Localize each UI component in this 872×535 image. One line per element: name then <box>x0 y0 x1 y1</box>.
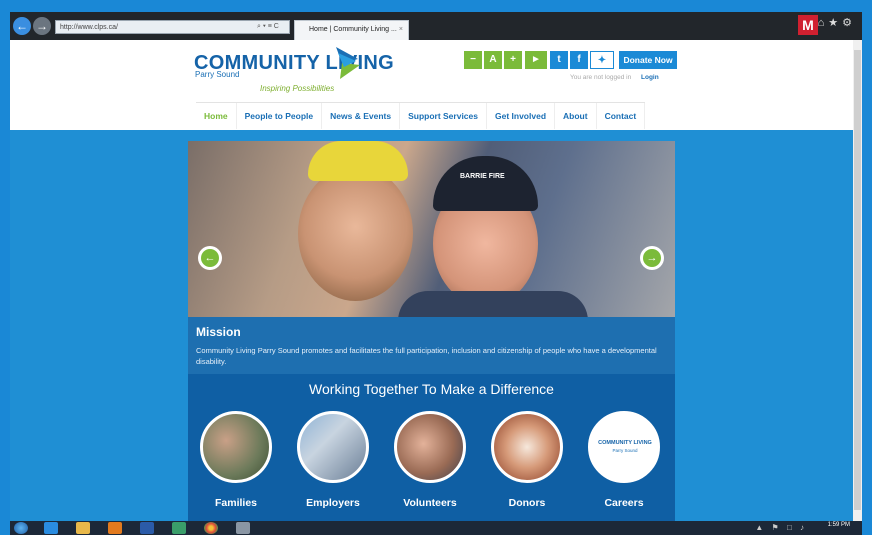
address-text: http://www.clps.ca/ <box>60 24 118 31</box>
logo-subtitle: Parry Sound <box>195 70 240 79</box>
donate-now-button[interactable]: Donate Now <box>619 51 677 69</box>
gmail-m-icon[interactable]: M <box>798 15 818 35</box>
careers-label[interactable]: Careers <box>579 497 669 509</box>
login-status: You are not logged in <box>570 74 632 81</box>
mission-title: Mission <box>196 325 241 339</box>
tagline: Inspiring Possibilities <box>260 84 335 93</box>
plus-icon: + <box>510 54 516 65</box>
login-link[interactable]: Login <box>641 74 659 81</box>
slider-prev-button[interactable]: ← <box>198 246 222 270</box>
megaphone-icon: ► <box>531 54 541 65</box>
main-menu: Home People to People News & Events Supp… <box>196 102 646 129</box>
login-line: You are not logged in Login <box>570 74 659 81</box>
vertical-scrollbar[interactable] <box>853 40 862 521</box>
start-button-icon[interactable] <box>14 522 28 534</box>
publisher-icon[interactable] <box>172 522 186 534</box>
careers-logo[interactable]: COMMUNITY LIVING Parry Sound <box>588 411 660 483</box>
careers-logo-title: COMMUNITY LIVING <box>598 440 652 446</box>
donors-photo[interactable] <box>491 411 563 483</box>
clock[interactable]: 1:59 PM <box>828 522 850 528</box>
families-photo[interactable] <box>200 411 272 483</box>
menu-item-get-involved[interactable]: Get Involved <box>487 103 556 129</box>
tab-close-icon[interactable]: × <box>399 21 403 39</box>
menu-item-news-events[interactable]: News & Events <box>322 103 401 129</box>
chrome-icon[interactable] <box>204 522 218 534</box>
employers-photo[interactable] <box>297 411 369 483</box>
logo-mark-icon <box>336 47 360 79</box>
scroll-thumb[interactable] <box>854 50 861 510</box>
tab-home[interactable]: Home | Community Living ... × <box>294 20 409 40</box>
employers-label[interactable]: Employers <box>288 497 378 509</box>
volunteers-label[interactable]: Volunteers <box>385 497 475 509</box>
back-button[interactable]: ← <box>13 17 31 35</box>
facebook-button[interactable]: f <box>570 51 588 69</box>
cap-text: BARRIE FIRE <box>460 173 505 180</box>
clock-time: 1:59 PM <box>827 522 850 528</box>
mission-panel: Mission Community Living Parry Sound pro… <box>188 317 675 374</box>
minus-icon: − <box>470 54 476 65</box>
folder-icon[interactable] <box>76 522 90 534</box>
back-arrow-icon: ← <box>16 19 28 33</box>
font-icon: A <box>489 54 497 65</box>
outlook-icon[interactable] <box>108 522 122 534</box>
address-controls[interactable]: ⌕ ▾ ≡ C <box>257 20 279 34</box>
photo-cap <box>433 156 538 211</box>
slider-next-button[interactable]: → <box>640 246 664 270</box>
windows-taskbar: ▲ ⚑ □ ♪ 1:59 PM <box>10 521 862 535</box>
ie-icon[interactable] <box>44 522 58 534</box>
tab-title: Home | Community Living ... <box>309 26 397 33</box>
share-icon: ✦ <box>597 55 607 66</box>
word-icon[interactable] <box>140 522 154 534</box>
browser-chrome: ← → http://www.clps.ca/ ⌕ ▾ ≡ C Home | C… <box>10 12 862 40</box>
twitter-icon: t <box>557 54 561 65</box>
families-label[interactable]: Families <box>191 497 281 509</box>
hero-slider-image: BARRIE FIRE ← → <box>188 141 675 317</box>
working-together-title: Working Together To Make a Difference <box>309 381 554 397</box>
careers-logo-sub: Parry Sound <box>612 448 638 453</box>
donors-label[interactable]: Donors <box>482 497 572 509</box>
increase-font-button[interactable]: + <box>504 51 522 69</box>
menu-item-about[interactable]: About <box>555 103 597 129</box>
forward-arrow-icon: → <box>36 19 48 33</box>
site-header: COMMUNITY LIVING Parry Sound Inspiring P… <box>10 40 853 130</box>
system-tray[interactable]: ▲ ⚑ □ ♪ <box>755 523 807 532</box>
menu-item-contact[interactable]: Contact <box>597 103 646 129</box>
decrease-font-button[interactable]: − <box>464 51 482 69</box>
share-button[interactable]: ✦ <box>590 51 614 69</box>
volunteers-photo[interactable] <box>394 411 466 483</box>
arrow-left-icon: ← <box>201 249 219 267</box>
menu-item-support-services[interactable]: Support Services <box>400 103 487 129</box>
app-icon[interactable] <box>236 522 250 534</box>
toolbar-icons[interactable]: ⌂★⚙ <box>818 16 856 29</box>
photo-woman <box>298 166 413 301</box>
mission-text: Community Living Parry Sound promotes an… <box>196 346 657 366</box>
forward-button[interactable]: → <box>33 17 51 35</box>
announcement-button[interactable]: ► <box>525 51 547 69</box>
menu-item-home[interactable]: Home <box>196 103 237 129</box>
address-bar[interactable]: http://www.clps.ca/ <box>55 20 290 34</box>
main-content: BARRIE FIRE ← → Mission Community Living… <box>188 141 675 521</box>
twitter-button[interactable]: t <box>550 51 568 69</box>
photo-hardhat <box>308 141 408 181</box>
facebook-icon: f <box>577 54 581 65</box>
web-page: COMMUNITY LIVING Parry Sound Inspiring P… <box>10 40 853 521</box>
font-size-button[interactable]: A <box>484 51 502 69</box>
donate-label: Donate Now <box>623 55 673 65</box>
menu-item-people-to-people[interactable]: People to People <box>237 103 323 129</box>
arrow-right-icon: → <box>643 249 661 267</box>
photo-shirt <box>398 291 588 317</box>
